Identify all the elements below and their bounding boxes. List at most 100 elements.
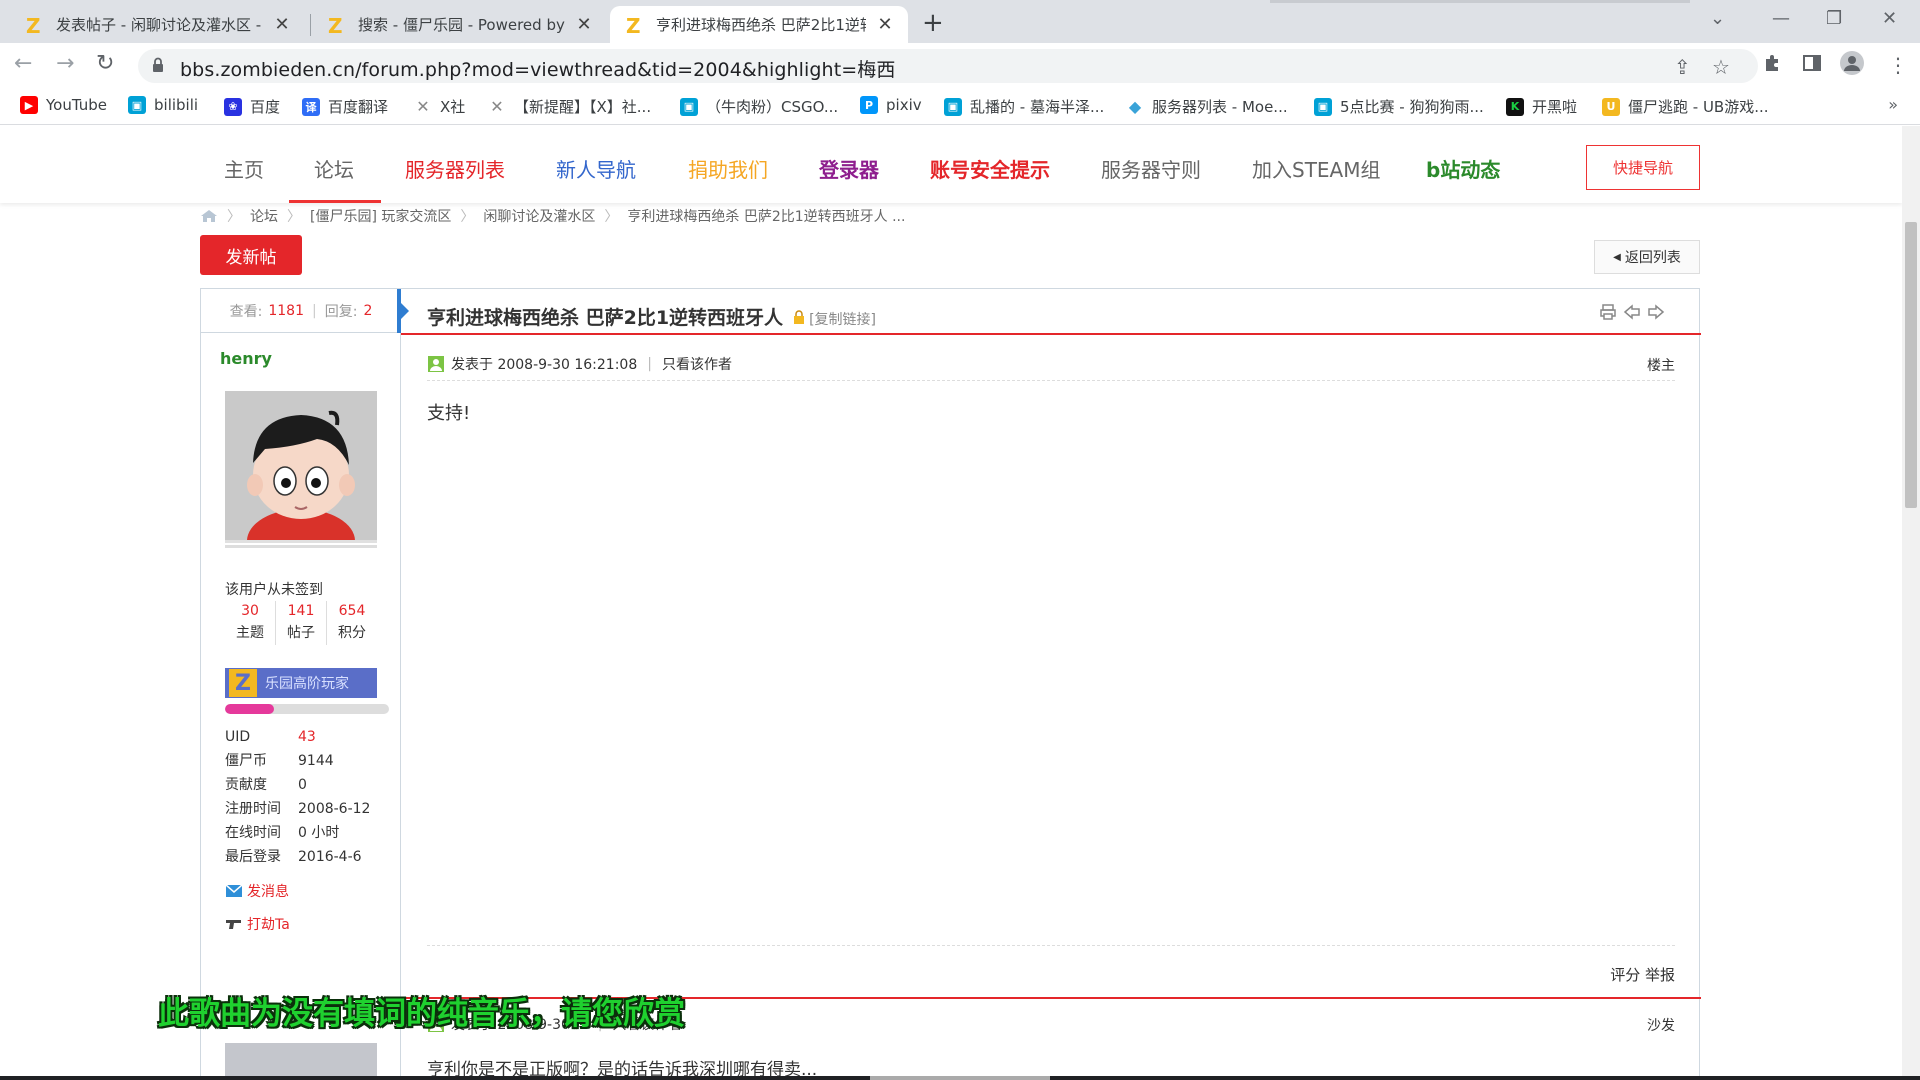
home-icon[interactable] [200,209,218,223]
bookmark-item[interactable]: ▶ YouTube [20,96,107,114]
profile-value[interactable]: 43 [298,725,316,749]
floor-label[interactable]: 楼主 [1647,355,1675,375]
svg-text:Z: Z [626,14,641,36]
restore-icon[interactable]: ❐ [1826,8,1842,29]
profile-value: 0 [298,777,307,793]
bookmark-item[interactable]: ▣ 乱播的 - 墓海半泽... [944,96,1104,117]
url-text[interactable]: bbs.zombieden.cn/forum.php?mod=viewthrea… [180,55,895,82]
next-thread-icon[interactable] [1647,303,1665,321]
rob-user-link[interactable]: 打劫Ta [225,914,290,934]
browser-menu-icon[interactable]: ⋮ [1888,53,1908,77]
bookmark-item[interactable]: ◆ 服务器列表 - Moe... [1126,96,1288,117]
nav-home[interactable]: 主页 [224,154,264,183]
bookmark-item[interactable]: 译 百度翻译 [302,96,388,117]
nav-join-steam-group[interactable]: 加入STEAM组 [1252,154,1381,183]
floor-label[interactable]: 沙发 [1647,1015,1675,1035]
bookmark-label: X社 [440,98,466,116]
bookmark-star-icon[interactable]: ☆ [1712,55,1730,79]
forward-arrow-icon[interactable]: → [56,51,74,76]
close-tab-icon[interactable]: ✕ [575,14,593,35]
nav-account-security[interactable]: 账号安全提示 [930,154,1050,183]
bookmark-label: 5点比赛 - 狗狗狗雨... [1340,98,1484,116]
nav-launcher[interactable]: 登录器 [819,154,879,183]
send-message-link[interactable]: 发消息 [225,881,289,901]
profile-row-last-login: 最后登录 2016-4-6 [225,845,370,869]
breadcrumb-forum[interactable]: 论坛 [250,206,278,226]
nav-forum[interactable]: 论坛 [314,154,354,183]
page-scrollbar[interactable] [1902,126,1920,1080]
bookmark-item[interactable]: ▣ （牛肉粉）CSGO... [680,96,838,117]
x-icon: ✕ [488,97,506,116]
gun-icon [226,920,241,929]
share-icon[interactable]: ⇪ [1674,55,1691,79]
only-author-link[interactable]: 只看该作者 [662,354,732,374]
browser-tab-1[interactable]: Z 发表帖子 - 闲聊讨论及灌水区 - 僵 ✕ [10,6,305,43]
bookmark-label: 【新提醒】【X】社... [514,98,652,116]
nav-server-list[interactable]: 服务器列表 [405,154,505,183]
stat-posts[interactable]: 141 帖子 [276,601,327,645]
back-to-list-button[interactable]: ◀ 返回列表 [1594,240,1700,274]
profile-row-online-time: 在线时间 0 小时 [225,821,370,845]
report-link[interactable]: 举报 [1645,966,1675,984]
post-date: 发表于 2008-9-30 16:21:08 [451,356,638,373]
reply-author-avatar[interactable] [225,1043,377,1080]
nav-bilibili-feed[interactable]: b站动态 [1426,154,1500,183]
close-tab-icon[interactable]: ✕ [273,14,291,35]
avatar[interactable] [225,391,377,543]
minimize-icon[interactable]: — [1772,8,1790,29]
bookmark-item[interactable]: ✕ X社 [414,96,465,117]
rank-progress-fill [225,704,275,714]
bookmarks-overflow-icon[interactable]: » [1888,95,1898,114]
bookmark-item[interactable]: U 僵尸逃跑 - UB游戏... [1602,96,1769,117]
new-post-button[interactable]: 发新帖 [200,235,302,275]
breadcrumb-chat-area[interactable]: 闲聊讨论及灌水区 [483,206,595,226]
bookmark-item[interactable]: P pixiv [860,96,922,114]
profile-key: 在线时间 [225,825,281,841]
lock-icon[interactable] [152,57,164,73]
active-nav-underline [289,200,381,203]
browser-tab-2[interactable]: Z 搜索 - 僵尸乐园 - Powered by D ✕ [312,6,607,43]
browser-tab-3-active[interactable]: Z 亨利进球梅西绝杀 巴萨2比1逆转 ✕ [610,6,908,43]
back-arrow-icon[interactable]: ← [14,51,32,76]
copy-link[interactable]: [复制链接] [809,309,876,329]
stat-value: 30 [241,603,259,619]
nav-donate[interactable]: 捐助我们 [688,154,768,183]
bookmark-item[interactable]: ▣ 5点比赛 - 狗狗狗雨... [1314,96,1484,117]
stat-label: 帖子 [287,625,315,641]
bilibili-icon: ▣ [128,96,146,114]
author-username[interactable]: henry [220,349,272,368]
stat-threads[interactable]: 30 主题 [225,601,276,645]
stat-value: 141 [287,603,315,619]
previous-thread-icon[interactable] [1623,303,1641,321]
side-panel-icon[interactable] [1802,53,1822,73]
envelope-icon [225,884,243,897]
profile-row-registered: 注册时间 2008-6-12 [225,797,370,821]
window-close-icon[interactable]: ✕ [1882,8,1897,29]
lyrics-subtitle-overlay: 此歌曲为没有填词的纯音乐，请您欣赏 [158,996,685,1032]
reload-icon[interactable]: ↻ [96,51,114,76]
bookmark-item[interactable]: ✕ 【新提醒】【X】社... [488,96,651,117]
print-icon[interactable] [1599,303,1617,321]
taskbar-edge [0,1076,1920,1080]
close-tab-icon[interactable]: ✕ [876,14,894,35]
online-status-icon [428,355,444,372]
bookmark-label: 服务器列表 - Moe... [1152,98,1288,116]
extensions-puzzle-icon[interactable] [1762,53,1782,73]
nav-newbie-guide[interactable]: 新人导航 [556,154,636,183]
scrollbar-thumb[interactable] [1905,222,1917,508]
stat-points[interactable]: 654 积分 [327,601,377,645]
tab-search-chevron-icon[interactable]: ⌄ [1710,8,1725,29]
profile-key: 贡献度 [225,777,267,793]
breadcrumb-player-area[interactable]: [僵尸乐园] 玩家交流区 [310,206,451,226]
rate-link[interactable]: 评分 [1610,966,1640,984]
bookmark-item[interactable]: ❀ 百度 [224,96,280,117]
thread-container: 查看: 1181 | 回复: 2 henry 该用户从未签到 30 主题 141… [200,288,1701,1080]
bookmark-item[interactable]: ▣ bilibili [128,96,198,114]
address-bar[interactable]: bbs.zombieden.cn/forum.php?mod=viewthrea… [138,49,1758,83]
breadcrumb-thread[interactable]: 亨利进球梅西绝杀 巴萨2比1逆转西班牙人 ... [627,206,905,226]
nav-server-rules[interactable]: 服务器守则 [1101,154,1201,183]
new-tab-icon[interactable]: + [922,8,944,38]
bookmark-item[interactable]: K 开黑啦 [1506,96,1577,117]
quick-nav-button[interactable]: 快捷导航 [1586,145,1700,190]
profile-avatar-icon[interactable] [1840,51,1864,75]
